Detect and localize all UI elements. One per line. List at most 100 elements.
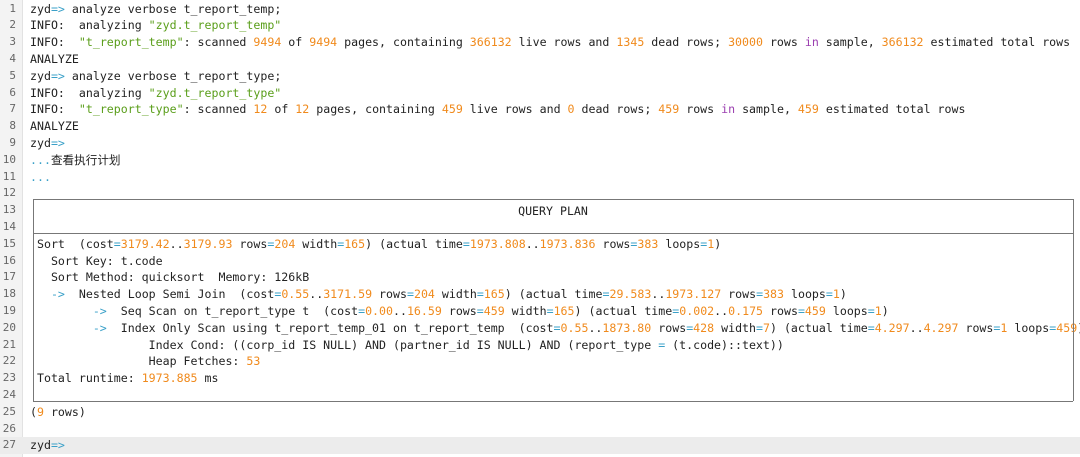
line-content: zyd=> analyze verbose t_report_temp; [30,1,281,18]
code-token: 165 [553,303,575,318]
plan-box-header-separator [33,233,1073,234]
line-content: zyd=> analyze verbose t_report_type; [30,68,281,85]
line-number: 2 [9,18,16,32]
code-token: = [476,287,484,302]
line-content: Heap Fetches: 53 [30,353,261,370]
plan-box-top-border [33,199,1073,200]
code-token: = [113,236,121,251]
code-token: Sort Key: t.code [30,253,163,268]
code-token: 0.55 [281,287,310,302]
terminal-line: 21 Index Cond: ((corp_id IS NULL) AND (p… [0,337,1080,354]
line-content: -> Nested Loop Semi Join (cost=0.55..317… [30,286,847,303]
code-token: ms [197,371,219,386]
terminal-line: 4 ANALYZE [0,51,1080,68]
code-token: in [721,102,736,117]
line-number: 3 [9,35,16,49]
code-token: INFO: analyzing [30,85,149,100]
line-number: 25 [2,404,16,418]
code-token: "zyd.t_report_type" [148,85,282,100]
code-token: INFO: [30,102,79,117]
code-token: ) (actual time [574,303,673,318]
code-token: Index Only Scan using t_report_temp_01 o… [106,320,554,335]
code-token: in [804,35,819,50]
code-token: 9494 [253,35,282,50]
line-content: Index Cond: ((corp_id IS NULL) AND (part… [30,337,784,354]
code-token: INFO: [30,35,79,50]
code-token: analyze verbose t_report_type; [64,68,282,83]
terminal-line: 6 INFO: analyzing "zyd.t_report_type" [0,85,1080,102]
line-content: ... [30,169,51,186]
line-content: -> Index Only Scan using t_report_temp_0… [30,320,1080,337]
line-number: 5 [9,68,16,82]
code-token: = [358,303,366,318]
code-token: ANALYZE [30,51,79,66]
code-token: width [504,303,547,318]
terminal-line: 18 -> Nested Loop Semi Join (cost = 0.55..… [0,286,1080,303]
code-token: analyze verbose t_report_temp; [64,1,282,16]
code-token: = [867,320,875,335]
line-number: 11 [2,169,16,183]
code-token: estimated total rows [923,35,1071,50]
code-token: zyd [30,135,51,150]
terminal-line: 11... [0,169,1080,186]
code-token: 4.297 [874,320,910,335]
code-token: ) [839,287,847,302]
code-token: 459 [797,102,819,117]
line-number: 6 [9,85,16,99]
terminal-line: 15 Sort (cost=3179.42..3179.93 rows=204 … [0,236,1080,253]
line-number: 27 [2,438,16,452]
code-token: 1345 [616,35,645,50]
code-token: sample, [818,35,882,50]
line-content: INFO: "t_report_type": scanned 12 of 12 … [30,101,965,118]
code-token: rows [232,236,268,251]
line-content: ANALYZE [30,118,79,135]
code-token: dead rows; [644,35,729,50]
code-token: 7 [763,320,770,335]
line-number: 1 [9,1,16,15]
line-content: INFO: analyzing "zyd.t_report_temp" [30,17,281,34]
line-content: INFO: analyzing "zyd.t_report_type" [30,85,281,102]
code-token: zyd [30,68,51,83]
terminal-editor[interactable]: 1 zyd=> analyze verbose t_report_temp; 2 IN… [0,0,1080,457]
code-token: => [50,135,65,150]
code-token: 0.00 [365,303,393,318]
plan-box-bottom-border [33,401,1073,402]
code-token: loops [1007,320,1050,335]
code-token: 0 [567,102,575,117]
code-token: .. [525,236,540,251]
line-content: -> Seq Scan on t_report_type t (cost=0.0… [30,303,889,320]
terminal-line: 8 ANALYZE [0,118,1080,135]
code-token: .. [309,287,324,302]
terminal-line: 9 zyd=> [0,135,1080,152]
code-token: : scanned [183,35,254,50]
code-token: ANALYZE [30,119,79,134]
code-token: .. [651,287,666,302]
code-token: width [434,287,477,302]
code-token: : scanned [183,102,254,117]
code-token: width [714,320,757,335]
line-content: Sort Key: t.code [30,253,163,270]
code-token: = [476,303,484,318]
code-token: = [825,287,833,302]
code-token: rows [595,236,631,251]
code-token: (t.code)::text)) [665,337,784,352]
code-token: = [462,236,470,251]
code-token: live rows and [511,35,617,50]
line-content: (9 rows) [30,404,86,421]
code-token: = [756,287,764,302]
query-plan-header: QUERY PLAN [518,203,588,218]
code-token: Total runtime: [30,371,142,386]
code-token: 16.59 [406,303,442,318]
code-token: 1 [874,303,882,318]
code-token: -> [92,320,107,335]
line-number: 24 [2,387,16,401]
code-token: ... [30,152,51,167]
code-token: ) (actual time [365,236,463,251]
code-token: 1 [832,287,840,302]
code-token: pages, containing [337,35,470,50]
code-token: "t_report_type" [78,102,184,117]
code-token: 204 [274,236,296,251]
line-content: INFO: "t_report_temp": scanned 9494 of 9… [30,34,1070,51]
code-token: ) (actual time [504,287,603,302]
terminal-line: 7 INFO: "t_report_type": scanned 12 of 12… [0,101,1080,118]
